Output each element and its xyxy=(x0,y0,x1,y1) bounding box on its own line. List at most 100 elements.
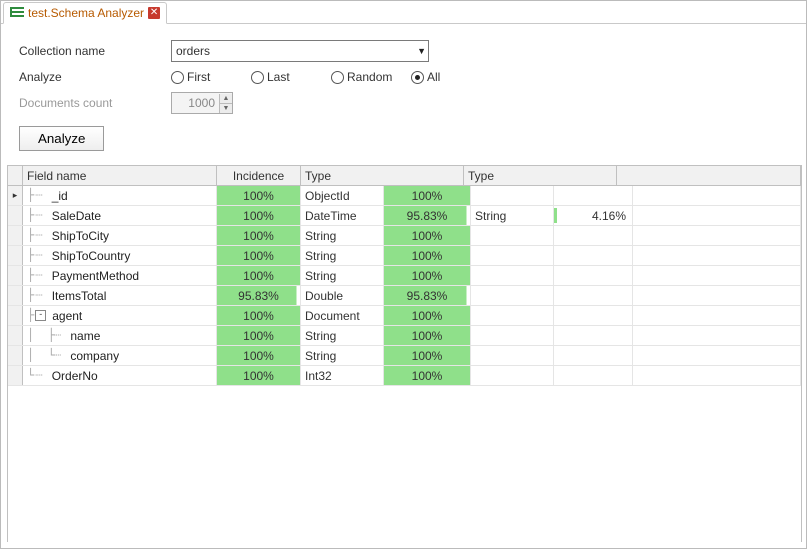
tree-connector-icon: └ xyxy=(27,366,33,385)
cell-field: └┈ OrderNo xyxy=(23,366,217,385)
radio-random[interactable]: Random xyxy=(331,70,411,84)
row-handle[interactable] xyxy=(8,266,23,285)
cell-field: ├┈ ShipToCity xyxy=(23,226,217,245)
col-type1[interactable]: Type xyxy=(301,166,464,185)
table-row[interactable]: ├┈ ShipToCountry100%String100% xyxy=(8,246,801,266)
cell-incidence: 100% xyxy=(217,186,301,205)
cell-type2-pct xyxy=(554,326,633,345)
radio-icon xyxy=(411,71,424,84)
radio-last[interactable]: Last xyxy=(251,70,331,84)
row-handle[interactable] xyxy=(8,326,23,345)
row-handle[interactable] xyxy=(8,306,23,325)
radio-first[interactable]: First xyxy=(171,70,251,84)
cell-type2 xyxy=(471,306,554,325)
table-row[interactable]: ▸├┈ _id100%ObjectId100% xyxy=(8,186,801,206)
table-row[interactable]: │ └┈ company100%String100% xyxy=(8,346,801,366)
cell-type1: Document xyxy=(301,306,384,325)
main-window: test.Schema Analyzer ✕ Collection name o… xyxy=(0,0,807,549)
cell-incidence: 100% xyxy=(217,246,301,265)
cell-rest xyxy=(633,266,801,285)
table-row[interactable]: │ ├┈ name100%String100% xyxy=(8,326,801,346)
documents-count-value: 1000 xyxy=(172,96,219,110)
cell-type1: String xyxy=(301,326,384,345)
spinner-up-icon[interactable]: ▲ xyxy=(219,94,232,104)
field-label: name xyxy=(68,329,100,343)
row-handle[interactable] xyxy=(8,366,23,385)
tree-connector-icon: ┈ xyxy=(35,226,47,245)
radio-all[interactable]: All xyxy=(411,70,491,84)
cell-type2-pct xyxy=(554,246,633,265)
cell-incidence: 100% xyxy=(217,306,301,325)
cell-type2 xyxy=(471,246,554,265)
cell-type2: String xyxy=(471,206,554,225)
cell-type1-pct: 95.83% xyxy=(384,206,471,225)
cell-rest xyxy=(633,346,801,365)
cell-type2 xyxy=(471,226,554,245)
cell-incidence: 100% xyxy=(217,346,301,365)
tree-connector-icon: ├┈ xyxy=(48,326,67,345)
table-row[interactable]: └┈ OrderNo100%Int32100% xyxy=(8,366,801,386)
field-label: SaleDate xyxy=(50,209,101,223)
analyze-label: Analyze xyxy=(19,70,171,84)
tree-expander[interactable]: - xyxy=(35,310,46,321)
field-label: OrderNo xyxy=(50,369,98,383)
cell-type1-pct: 100% xyxy=(384,366,471,385)
field-label: company xyxy=(68,349,119,363)
cell-field: ├┈ SaleDate xyxy=(23,206,217,225)
row-handle[interactable] xyxy=(8,206,23,225)
radio-icon xyxy=(251,71,264,84)
chevron-down-icon: ▼ xyxy=(417,46,426,56)
cell-incidence: 100% xyxy=(217,206,301,225)
row-handle[interactable] xyxy=(8,346,23,365)
table-row[interactable]: ├┈ ShipToCity100%String100% xyxy=(8,226,801,246)
col-field-name[interactable]: Field name xyxy=(23,166,217,185)
cell-rest xyxy=(633,186,801,205)
close-icon[interactable]: ✕ xyxy=(148,7,160,19)
spinner-buttons[interactable]: ▲ ▼ xyxy=(219,94,232,113)
collection-select[interactable]: orders ▼ xyxy=(171,40,429,62)
col-incidence[interactable]: Incidence xyxy=(217,166,301,185)
table-row[interactable]: ├┈ SaleDate100%DateTime95.83%String4.16% xyxy=(8,206,801,226)
col-type2[interactable]: Type xyxy=(464,166,617,185)
cell-incidence: 100% xyxy=(217,326,301,345)
cell-incidence: 95.83% xyxy=(217,286,301,305)
cell-type1: String xyxy=(301,266,384,285)
cell-type1: String xyxy=(301,246,384,265)
spinner-down-icon[interactable]: ▼ xyxy=(219,104,232,113)
grid-header: Field name Incidence Type Type xyxy=(8,166,801,186)
tree-connector-icon: ├ xyxy=(27,286,33,305)
field-label: agent xyxy=(50,309,82,323)
row-handle[interactable] xyxy=(8,246,23,265)
table-row[interactable]: ├┈ PaymentMethod100%String100% xyxy=(8,266,801,286)
tree-connector-icon: ┈ xyxy=(35,186,47,205)
cell-type2-pct xyxy=(554,226,633,245)
tree-connector-icon: ├ xyxy=(27,306,33,325)
field-label: PaymentMethod xyxy=(50,269,139,283)
grid-header-handle xyxy=(8,166,23,185)
row-handle[interactable] xyxy=(8,286,23,305)
cell-type2-pct xyxy=(554,186,633,205)
row-handle[interactable] xyxy=(8,226,23,245)
cell-type2 xyxy=(471,286,554,305)
tree-connector-icon: │ xyxy=(27,326,46,345)
cell-type2-pct xyxy=(554,366,633,385)
form-area: Collection name orders ▼ Analyze First L… xyxy=(1,24,806,165)
table-row[interactable]: ├┈ ItemsTotal95.83%Double95.83% xyxy=(8,286,801,306)
cell-type1: DateTime xyxy=(301,206,384,225)
analyze-button[interactable]: Analyze xyxy=(19,126,104,151)
cell-type2 xyxy=(471,266,554,285)
documents-count-input[interactable]: 1000 ▲ ▼ xyxy=(171,92,233,114)
cell-field: ├┈ PaymentMethod xyxy=(23,266,217,285)
results-grid: Field name Incidence Type Type ▸├┈ _id10… xyxy=(7,165,802,542)
row-handle[interactable]: ▸ xyxy=(8,186,23,205)
tree-connector-icon: ├ xyxy=(27,226,33,245)
cell-field: ├┈ ItemsTotal xyxy=(23,286,217,305)
cell-type2 xyxy=(471,186,554,205)
tab-schema-analyzer[interactable]: test.Schema Analyzer ✕ xyxy=(3,2,167,24)
cell-type1: String xyxy=(301,226,384,245)
tree-connector-icon: ┈ xyxy=(35,266,47,285)
tree-connector-icon: ├ xyxy=(27,186,33,205)
cell-type1-pct: 100% xyxy=(384,346,471,365)
cell-rest xyxy=(633,366,801,385)
table-row[interactable]: ├-agent100%Document100% xyxy=(8,306,801,326)
